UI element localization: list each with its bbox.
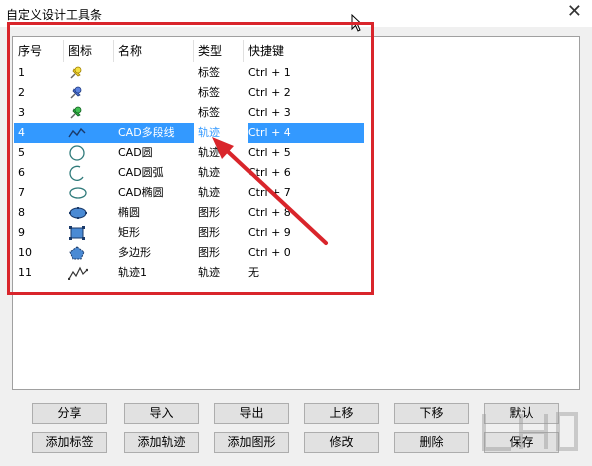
- rectangle-icon: [64, 223, 118, 243]
- row-index: 3: [18, 106, 25, 119]
- row-shortcut: Ctrl + 7: [248, 186, 291, 199]
- table-row[interactable]: 7 CAD椭圆 轨迹 Ctrl + 7: [14, 183, 364, 203]
- row-shortcut: Ctrl + 6: [248, 166, 291, 179]
- blue-pushpin-icon: [64, 83, 118, 103]
- row-name: CAD圆: [118, 146, 153, 159]
- add-track-button[interactable]: 添加轨迹: [124, 432, 199, 453]
- header-icon[interactable]: 图标: [64, 40, 114, 62]
- filled-ellipse-icon: [64, 203, 118, 223]
- row-type: 图形: [198, 246, 220, 259]
- ellipse-icon: [64, 183, 118, 203]
- header-shortcut[interactable]: 快捷键: [244, 40, 364, 62]
- polyline-icon: [64, 123, 118, 143]
- add-label-button[interactable]: 添加标签: [32, 432, 107, 453]
- close-icon[interactable]: ✕: [567, 3, 582, 21]
- row-name: [114, 103, 198, 123]
- row-type: 轨迹: [198, 266, 220, 279]
- row-shortcut: Ctrl + 3: [248, 106, 291, 119]
- row-index: 10: [18, 246, 32, 259]
- share-button[interactable]: 分享: [32, 403, 107, 424]
- green-pushpin-icon: [64, 103, 118, 123]
- row-shortcut: 无: [248, 266, 259, 279]
- track-icon: [64, 263, 118, 283]
- row-shortcut: Ctrl + 9: [248, 226, 291, 239]
- row-name: CAD圆弧: [118, 166, 164, 179]
- move-down-button[interactable]: 下移: [394, 403, 469, 424]
- table-row[interactable]: 6 CAD圆弧 轨迹 Ctrl + 6: [14, 163, 364, 183]
- row-index: 7: [18, 186, 25, 199]
- row-index: 5: [18, 146, 25, 159]
- table-row[interactable]: 5 CAD圆 轨迹 Ctrl + 5: [14, 143, 364, 163]
- row-type: 标签: [198, 66, 220, 79]
- row-index: 4: [18, 126, 25, 139]
- row-name: 矩形: [118, 226, 140, 239]
- table-row[interactable]: 8 椭圆 图形 Ctrl + 8: [14, 203, 364, 223]
- row-index: 11: [18, 266, 32, 279]
- row-shortcut: Ctrl + 2: [248, 86, 291, 99]
- add-shape-button[interactable]: 添加图形: [214, 432, 289, 453]
- header-type[interactable]: 类型: [194, 40, 244, 62]
- row-index: 9: [18, 226, 25, 239]
- row-name: 轨迹1: [118, 266, 147, 279]
- row-index: 1: [18, 66, 25, 79]
- table-row[interactable]: 10 多边形 图形 Ctrl + 0: [14, 243, 364, 263]
- delete-button[interactable]: 删除: [394, 432, 469, 453]
- table-row[interactable]: 11 轨迹1 轨迹 无: [14, 263, 364, 283]
- title-bar: 自定义设计工具条 ✕: [0, 0, 592, 27]
- row-type: 图形: [198, 206, 220, 219]
- modify-button[interactable]: 修改: [304, 432, 379, 453]
- watermark-logo: [482, 412, 578, 451]
- header-index[interactable]: 序号: [14, 40, 64, 62]
- row-name: 多边形: [118, 246, 151, 259]
- header-name[interactable]: 名称: [114, 40, 194, 62]
- row-name: CAD椭圆: [118, 186, 164, 199]
- window-title: 自定义设计工具条: [6, 8, 103, 22]
- row-name: 椭圆: [118, 206, 140, 219]
- row-shortcut: Ctrl + 5: [248, 146, 291, 159]
- table-row[interactable]: 3 标签 Ctrl + 3: [14, 103, 364, 123]
- row-type: 轨迹: [198, 186, 220, 199]
- polygon-icon: [64, 243, 118, 263]
- row-index: 6: [18, 166, 25, 179]
- row-type: 标签: [198, 86, 220, 99]
- row-shortcut: Ctrl + 8: [248, 206, 291, 219]
- row-index: 2: [18, 86, 25, 99]
- table-row[interactable]: 2 标签 Ctrl + 2: [14, 83, 364, 103]
- row-type: 轨迹: [194, 123, 248, 143]
- table-row[interactable]: 1 标签 Ctrl + 1: [14, 63, 364, 83]
- arc-icon: [64, 163, 118, 183]
- row-name: CAD多段线: [118, 126, 175, 139]
- row-shortcut: Ctrl + 0: [248, 246, 291, 259]
- row-shortcut: Ctrl + 4: [248, 126, 291, 139]
- table-row[interactable]: 9 矩形 图形 Ctrl + 9: [14, 223, 364, 243]
- table-header: 序号 图标 名称 类型 快捷键: [14, 40, 364, 62]
- row-shortcut: Ctrl + 1: [248, 66, 291, 79]
- row-name: [114, 63, 198, 83]
- export-button[interactable]: 导出: [214, 403, 289, 424]
- mouse-cursor-icon: [351, 14, 363, 32]
- row-type: 轨迹: [198, 166, 220, 179]
- row-type: 标签: [198, 106, 220, 119]
- row-index: 8: [18, 206, 25, 219]
- circle-icon: [64, 143, 118, 163]
- row-type: 轨迹: [198, 146, 220, 159]
- move-up-button[interactable]: 上移: [304, 403, 379, 424]
- row-name: [114, 83, 198, 103]
- row-type: 图形: [198, 226, 220, 239]
- import-button[interactable]: 导入: [124, 403, 199, 424]
- yellow-pushpin-icon: [64, 63, 118, 83]
- table-row[interactable]: 4 CAD多段线 轨迹 Ctrl + 4: [14, 123, 364, 143]
